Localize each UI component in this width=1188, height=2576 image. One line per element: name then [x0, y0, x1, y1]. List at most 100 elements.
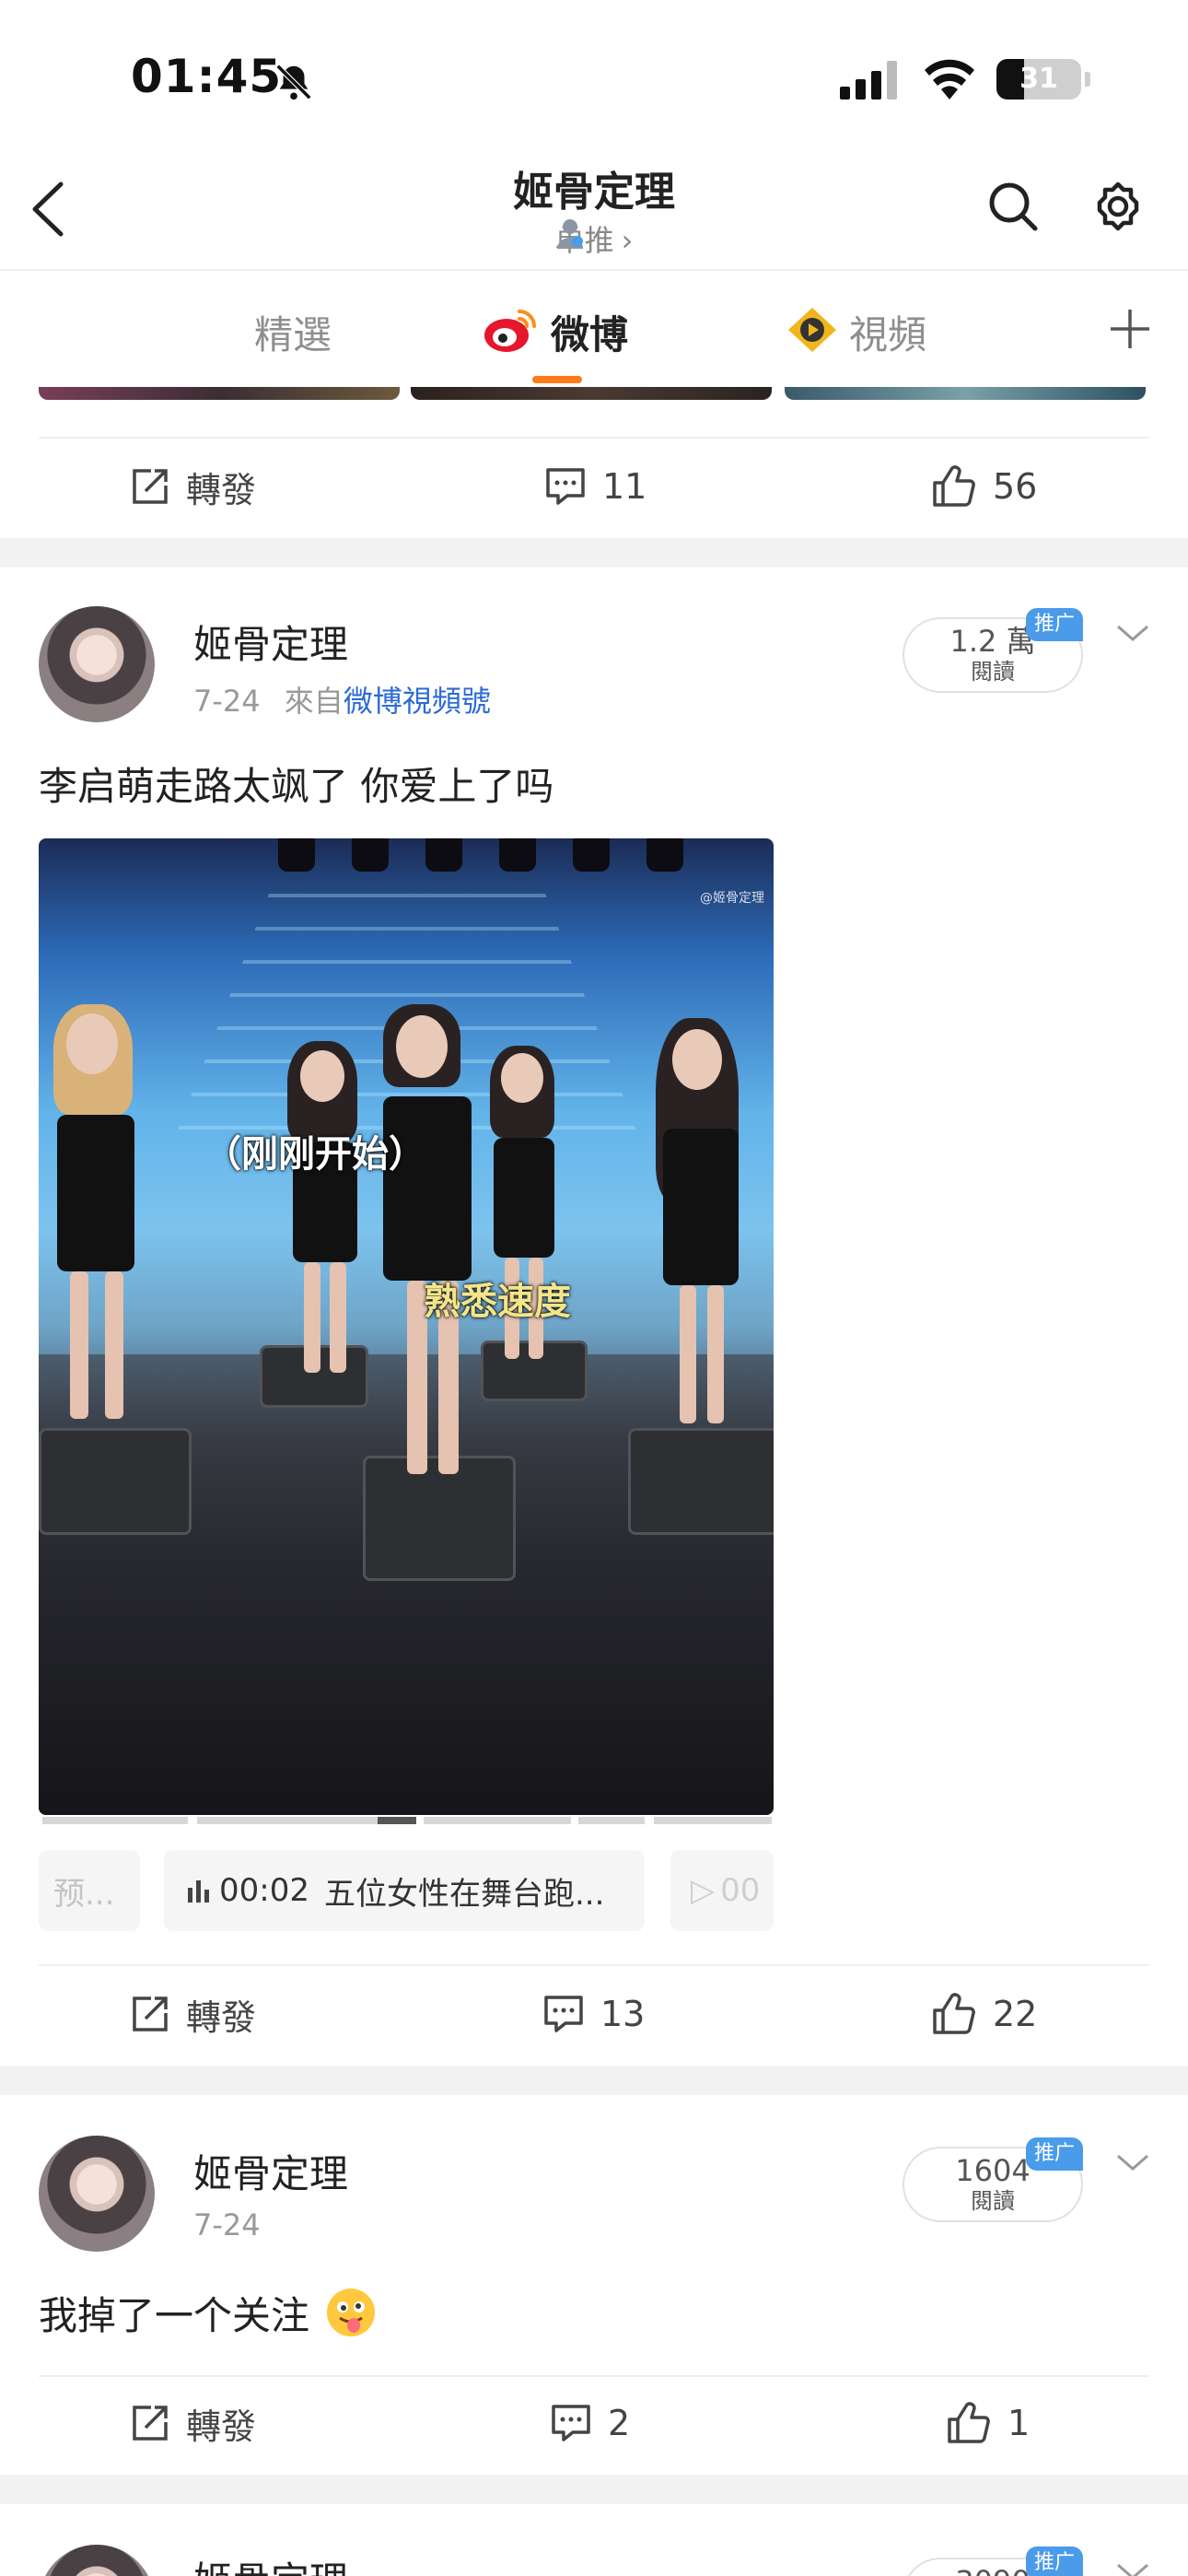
video-progress-segment [42, 1817, 188, 1824]
like-count: 1 [1007, 2403, 1031, 2443]
battery-icon: 31 [996, 59, 1081, 100]
tab-weibo[interactable]: 微博 [551, 304, 628, 360]
stage-floor [39, 1354, 774, 1815]
treadmill [363, 1456, 516, 1581]
comment-icon [552, 2405, 590, 2441]
audio-title: 五位女性在舞台跑... [323, 1875, 605, 1913]
comment-icon [544, 1996, 583, 2032]
spotlight [499, 838, 536, 872]
repost-label: 轉發 [186, 2406, 257, 2447]
read-label: 閱讀 [971, 2188, 1015, 2214]
username[interactable]: 姬骨定理 [193, 614, 348, 670]
video-progress-segment [378, 1817, 416, 1824]
repost-label: 轉發 [186, 469, 257, 510]
weibo-logo-icon [484, 310, 536, 352]
promo-badge: 推广 [1026, 2137, 1083, 2171]
video-watermark: @姬骨定理 [700, 891, 764, 906]
audio-duration: 00:02 [219, 1872, 309, 1909]
repost-icon [133, 2406, 168, 2441]
spotlight [425, 838, 462, 872]
signal-icon [840, 61, 897, 100]
comment-button[interactable]: 13 [543, 1986, 645, 2042]
spotlight [646, 838, 683, 872]
repost-button[interactable]: 轉發 [131, 2395, 256, 2451]
post-separator [0, 2066, 1188, 2095]
like-count: 56 [993, 466, 1038, 507]
post-separator [0, 2475, 1188, 2504]
read-label: 閱讀 [971, 659, 1015, 685]
video-progress-segment [578, 1817, 645, 1824]
avatar[interactable] [39, 606, 155, 722]
like-button[interactable]: 22 [932, 1986, 1037, 2042]
play-icon: ▷ [691, 1872, 716, 1909]
tab-featured[interactable]: 精選 [254, 304, 332, 360]
wifi-icon [925, 59, 974, 100]
repost-icon [133, 469, 168, 504]
thumbs-up-icon [933, 1993, 975, 2034]
audio-chip-next[interactable]: ▷ 00 [670, 1850, 774, 1931]
repost-label: 轉發 [186, 1996, 257, 2038]
thumbs-up-icon [933, 465, 975, 507]
comment-count: 13 [600, 1994, 646, 2034]
avatar[interactable] [39, 2136, 155, 2252]
active-tab-indicator [532, 376, 582, 383]
person-icon [556, 219, 583, 249]
like-count: 22 [993, 1994, 1038, 2034]
like-button[interactable]: 56 [932, 459, 1037, 514]
video-caption: 熟悉速度 [424, 1281, 571, 1323]
repost-button[interactable]: 轉發 [131, 459, 256, 514]
video-progress-segment [197, 1817, 378, 1824]
tab-video[interactable]: 視頻 [849, 304, 926, 360]
battery-tip [1085, 72, 1090, 87]
promo-badge: 推广 [1026, 608, 1083, 641]
chevron-down-icon[interactable] [1114, 623, 1151, 645]
promo-badge: 推广 [1026, 2547, 1083, 2576]
gear-icon[interactable] [1092, 181, 1144, 232]
spotlight [573, 838, 610, 872]
chevron-down-icon[interactable] [1114, 2152, 1151, 2174]
username[interactable]: 姬骨定理 [193, 2143, 348, 2199]
spotlight [352, 838, 389, 872]
prev-image-3[interactable] [785, 387, 1146, 400]
video-player[interactable]: @姬骨定理 （刚刚开始） 熟悉速度 [39, 838, 774, 1815]
comment-button[interactable]: 2 [551, 2395, 630, 2451]
action-divider [39, 437, 1149, 439]
silent-bell-icon [275, 64, 312, 100]
post-separator [0, 538, 1188, 568]
emoji-tongue-icon [327, 2289, 376, 2336]
action-divider [39, 2375, 1149, 2377]
post-text: 李启萌走路太飒了 你爱上了吗 [39, 764, 554, 809]
comment-count: 11 [602, 466, 647, 507]
avatar[interactable] [39, 2545, 155, 2576]
comment-icon [546, 468, 585, 505]
video-progress-segment [654, 1817, 772, 1824]
post-text: 我掉了一个关注 [39, 2293, 310, 2338]
prev-image-1[interactable] [39, 387, 400, 400]
post-text-row: 我掉了一个关注 [39, 2285, 377, 2341]
action-divider [39, 1964, 1149, 1966]
comment-button[interactable]: 11 [545, 459, 646, 514]
repost-button[interactable]: 轉發 [131, 1986, 256, 2042]
username[interactable]: 姬骨定理 [193, 2550, 348, 2576]
post-date: 7-24 [193, 2207, 261, 2242]
search-icon[interactable] [987, 181, 1039, 232]
prev-image-2[interactable] [411, 387, 772, 400]
video-channel-icon [788, 308, 836, 352]
header-divider [0, 269, 1188, 271]
comment-count: 2 [608, 2403, 631, 2443]
battery-level: 31 [1019, 63, 1058, 95]
audio-next-time: 00 [720, 1872, 761, 1909]
post-date: 7-24 [193, 684, 261, 719]
chevron-down-icon[interactable] [1114, 2561, 1151, 2576]
video-progress-segment [424, 1817, 571, 1824]
like-button[interactable]: 1 [947, 2395, 1030, 2451]
post-meta: 7-24 來自微博視頻號 [193, 678, 491, 720]
status-time: 01:45 [131, 50, 283, 103]
add-tab-icon[interactable] [1109, 308, 1151, 350]
treadmill [39, 1428, 192, 1535]
thumbs-up-icon [948, 2402, 990, 2443]
audio-chip-prev[interactable]: 预... [39, 1850, 140, 1931]
chevron-right-icon: › [621, 223, 634, 258]
source-link[interactable]: 微博視頻號 [344, 684, 491, 719]
audio-chip-current[interactable]: 00:02 五位女性在舞台跑... [164, 1850, 645, 1931]
